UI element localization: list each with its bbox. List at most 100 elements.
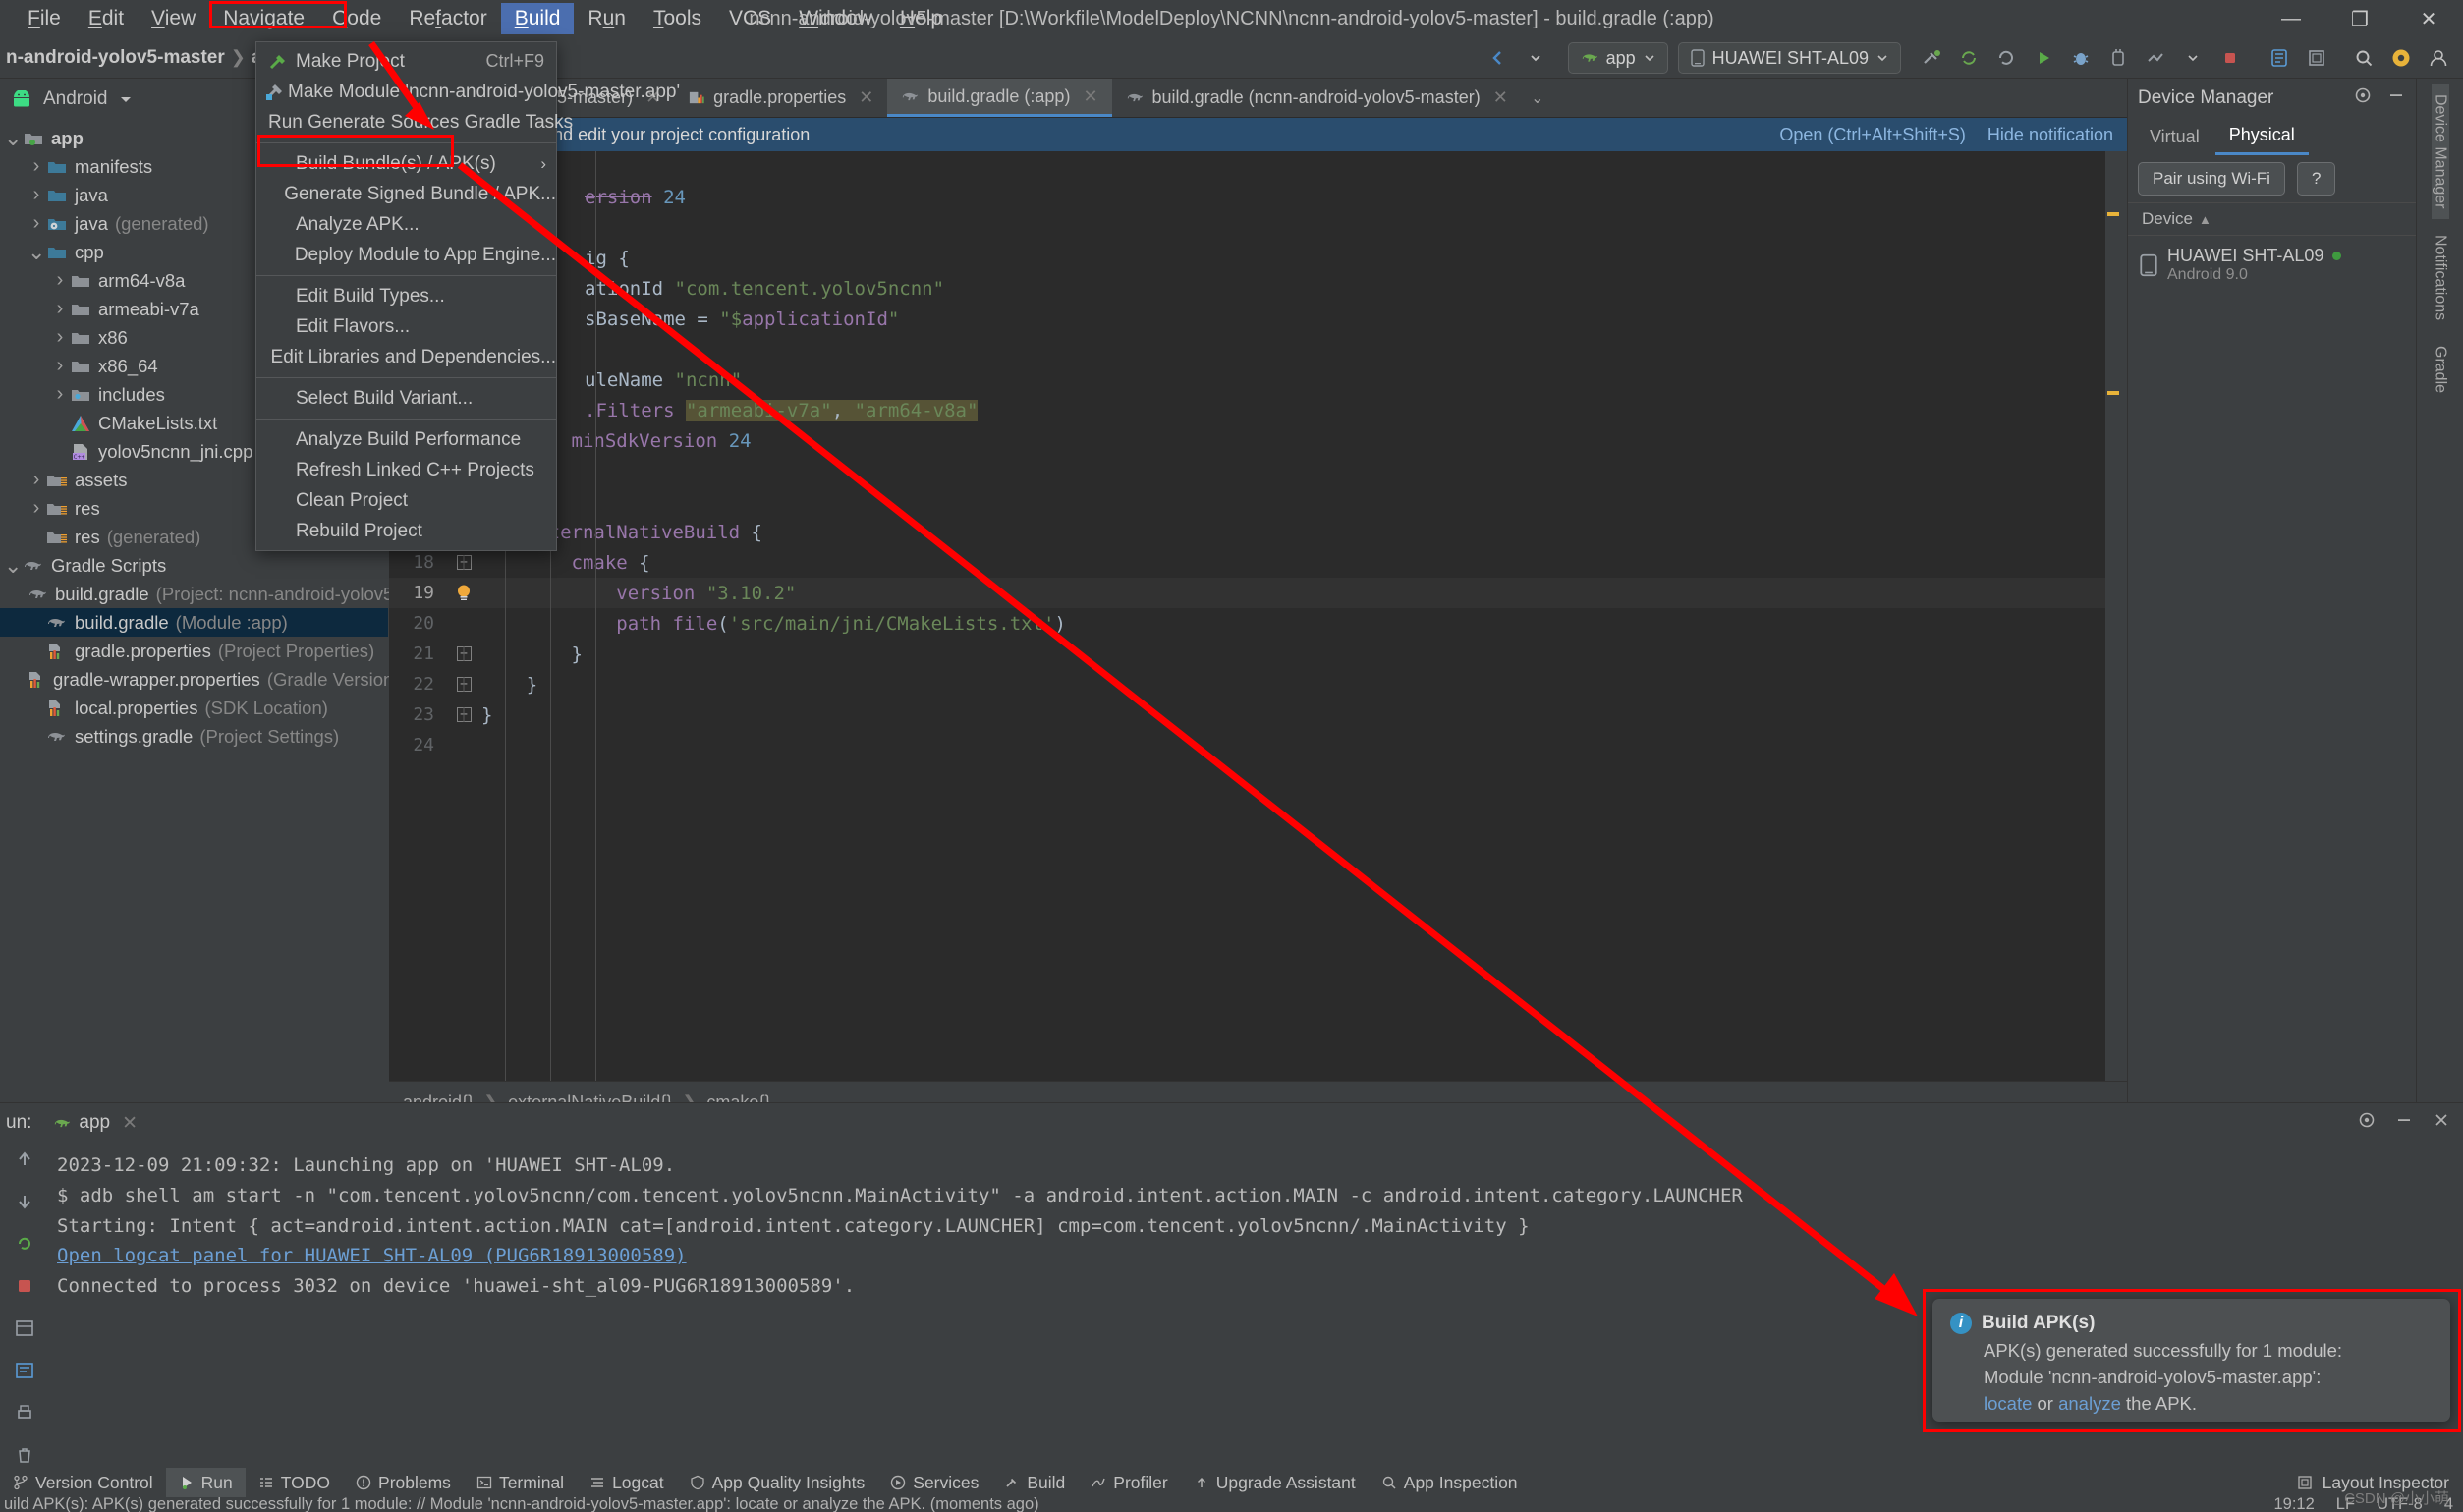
tool-button-gradle[interactable]: Gradle (2432, 336, 2449, 403)
build-menu-dropdown[interactable]: Make Project Ctrl+F9 Make Module 'ncnn-and… (255, 41, 680, 551)
status-message[interactable]: uild APK(s): APK(s) generated successful… (0, 1497, 1039, 1512)
tool-button-logcat[interactable]: Logcat (577, 1468, 677, 1497)
menu-item-generate-signed-bundle-apk[interactable]: Generate Signed Bundle / APK... (256, 179, 556, 209)
search-icon[interactable] (2345, 39, 2382, 77)
chevron-right-icon[interactable]: › (28, 497, 45, 520)
chevron-right-icon[interactable]: › (51, 269, 69, 292)
tab-virtual[interactable]: Virtual (2136, 118, 2213, 155)
menu-item-deploy-module-to-app-engine[interactable]: Deploy Module to App Engine... (256, 240, 556, 270)
device-column-header[interactable]: Device ▲ (2128, 202, 2416, 236)
chevron-right-icon[interactable]: › (28, 184, 45, 206)
avatar[interactable] (2420, 39, 2457, 77)
close-panel-icon[interactable] (2432, 1110, 2451, 1136)
gear-icon[interactable] (2353, 85, 2373, 111)
tool-button-terminal[interactable]: Terminal (464, 1468, 577, 1497)
code-line[interactable]: 24 (389, 730, 2127, 760)
breadcrumb-item-project[interactable]: n-android-yolov5-master (6, 47, 225, 69)
menu-item-analyze-build-performance[interactable]: Analyze Build Performance (256, 424, 556, 455)
code-line[interactable]: 17− externalNativeBuild { (389, 517, 2127, 547)
open-logcat-link[interactable]: Open logcat panel for HUAWEI SHT-AL09 (P… (57, 1245, 687, 1266)
tree-node-gradle-properties[interactable]: gradle.properties (Project Properties) (0, 637, 388, 665)
menu-code[interactable]: Code (318, 3, 395, 34)
chevron-down-icon[interactable]: ⌄ (4, 127, 22, 148)
print-icon[interactable] (14, 1402, 35, 1428)
menu-item-make-project[interactable]: Make Project Ctrl+F9 (256, 46, 556, 77)
scroll-down-icon[interactable] (14, 1191, 35, 1217)
menu-item-select-build-variant[interactable]: Select Build Variant... (256, 383, 556, 414)
back-arrow-icon[interactable] (1480, 39, 1517, 77)
menu-help[interactable]: Help (886, 3, 956, 34)
tool-button-run[interactable]: Run (165, 1468, 246, 1497)
code-line[interactable] (389, 151, 2127, 182)
tab-close-icon[interactable]: ✕ (1083, 86, 1097, 107)
layout-inspector-icon[interactable] (2298, 39, 2335, 77)
menu-item-make-module-ncnn-android-yolov5-master-app[interactable]: Make Module 'ncnn-android-yolov5-master.… (256, 77, 680, 107)
device-file-explorer-icon[interactable] (2261, 39, 2298, 77)
chevron-right-icon[interactable]: › (51, 355, 69, 377)
device-manager-actions[interactable]: Pair using Wi-Fi ? (2128, 155, 2416, 202)
chevron-down-icon[interactable] (2174, 39, 2211, 77)
tool-button-build[interactable]: Build (991, 1468, 1078, 1497)
tab-close-icon[interactable]: ✕ (859, 87, 873, 108)
tool-button-notifications[interactable]: Notifications (2432, 225, 2449, 330)
chevron-down-icon[interactable] (1517, 39, 1554, 77)
scroll-up-icon[interactable] (14, 1148, 35, 1175)
tool-button-upgrade-assistant[interactable]: Upgrade Assistant (1181, 1468, 1369, 1497)
device-row[interactable]: HUAWEI SHT-AL09 Android 9.0 (2128, 236, 2416, 294)
soft-wrap-icon[interactable] (14, 1360, 35, 1386)
chevron-down-icon[interactable]: ⌄ (4, 554, 22, 576)
build-hammer-icon[interactable] (1913, 39, 1950, 77)
device-manager-tabs[interactable]: Virtual Physical (2128, 118, 2416, 155)
right-tool-strip[interactable]: Device Manager Notifications Gradle (2416, 79, 2463, 1144)
attach-debugger-icon[interactable] (2099, 39, 2137, 77)
chevron-down-icon[interactable]: ⌄ (28, 241, 45, 262)
tool-button-version-control[interactable]: Version Control (0, 1468, 166, 1497)
tool-button-services[interactable]: Services (877, 1468, 991, 1497)
code-line[interactable] (389, 334, 2127, 364)
analyze-apk-link[interactable]: analyze (2058, 1393, 2121, 1414)
tool-window-bar-bottom[interactable]: Version Control Run TODO Problems Termin… (0, 1468, 2463, 1497)
chevron-right-icon[interactable]: › (51, 298, 69, 320)
close-icon[interactable]: ✕ (122, 1112, 138, 1135)
code-line[interactable]: 21− } (389, 639, 2127, 669)
code-line[interactable]: 18− cmake { (389, 547, 2127, 578)
minimize-panel-icon[interactable] (2394, 1110, 2414, 1136)
sync-gradle-icon[interactable] (1950, 39, 1987, 77)
chevron-right-icon[interactable]: › (51, 326, 69, 349)
menu-item-refresh-linked-c-projects[interactable]: Refresh Linked C++ Projects (256, 455, 556, 485)
run-side-toolbar[interactable] (0, 1143, 49, 1468)
stop-icon[interactable] (14, 1275, 35, 1302)
code-line[interactable]: ig { (389, 243, 2127, 273)
tab-physical[interactable]: Physical (2214, 118, 2309, 155)
menu-item-edit-build-types[interactable]: Edit Build Types... (256, 281, 556, 311)
menu-view[interactable]: View (138, 3, 209, 34)
window-controls[interactable]: — ❐ ✕ (2257, 0, 2463, 37)
menu-window[interactable]: Window (785, 3, 886, 34)
code-line[interactable]: 22− } (389, 669, 2127, 700)
code-line[interactable]: .Filters "armeabi-v7a", "arm64-v8a" (389, 395, 2127, 425)
locate-apk-link[interactable]: locate (1984, 1393, 2032, 1414)
minimize-button[interactable]: — (2257, 0, 2325, 37)
menu-item-clean-project[interactable]: Clean Project (256, 485, 556, 516)
chevron-right-icon[interactable]: › (28, 469, 45, 491)
tool-button-problems[interactable]: Problems (343, 1468, 464, 1497)
tree-node-settings-gradle[interactable]: settings.gradle (Project Settings) (0, 722, 388, 751)
menu-item-analyze-apk[interactable]: Analyze APK... (256, 209, 556, 240)
rerun-icon[interactable] (14, 1233, 35, 1260)
chevron-right-icon[interactable]: › (28, 155, 45, 178)
code-line[interactable]: 23−} (389, 700, 2127, 730)
chevron-right-icon[interactable]: › (28, 212, 45, 235)
menu-item-edit-libraries-and-dependencies[interactable]: Edit Libraries and Dependencies... (256, 342, 556, 372)
chevron-right-icon[interactable]: › (51, 383, 69, 406)
minimize-panel-icon[interactable] (2386, 85, 2406, 111)
tree-node-build-gradle[interactable]: build.gradle (Project: ncnn-android-yolov… (0, 580, 461, 608)
code-line[interactable]: 20 path file('src/main/jni/CMakeLists.tx… (389, 608, 2127, 639)
run-configuration-selector[interactable]: app (1567, 42, 1668, 74)
menu-item-run-generate-sources-gradle-tasks[interactable]: Run Generate Sources Gradle Tasks (256, 107, 573, 138)
code-line[interactable]: 19 version "3.10.2" (389, 578, 2127, 608)
code-line[interactable]: 16 (389, 486, 2127, 517)
gear-icon[interactable] (2382, 39, 2420, 77)
menu-navigate[interactable]: Navigate (209, 3, 318, 34)
tool-button-todo[interactable]: TODO (246, 1468, 343, 1497)
tree-node-build-gradle[interactable]: build.gradle (Module :app) (0, 608, 388, 637)
